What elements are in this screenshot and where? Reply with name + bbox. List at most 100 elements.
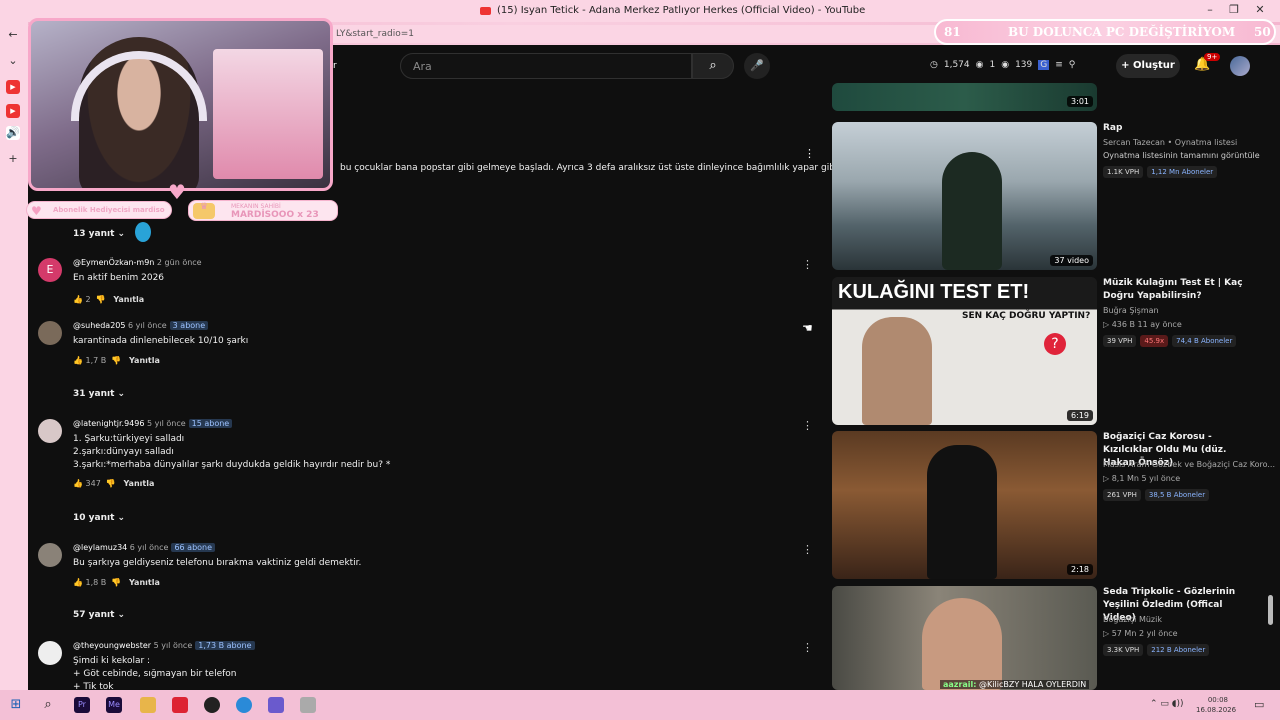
media-encoder-icon[interactable]: Me [106,697,122,713]
url-text[interactable]: LY&start_radio=1 [336,29,414,39]
create-button[interactable]: + Oluştur [1116,54,1180,78]
like-icon[interactable]: 👍 [73,356,83,365]
dislike-icon[interactable]: 👎 [111,356,121,365]
edge-icon[interactable] [236,697,252,713]
playlist-link[interactable]: Oynatma listesinin tamamını görüntüle [1103,151,1260,160]
window-title-text: (15) Isyan Tetick - Adana Merkez Patlıyo… [497,5,866,16]
like-icon[interactable]: 👍 [73,295,83,304]
subscriber-tag: 1,12 Mn Aboneler [1147,166,1218,178]
channel-name[interactable]: Masis Aram Gözbek ve Boğaziçi Caz Koro..… [1103,460,1275,469]
comment-author[interactable]: @leylamuz34 [73,543,127,552]
obs-icon[interactable] [204,697,220,713]
replies-toggle[interactable]: 57 yanıt ⌄ [73,610,125,620]
video-thumbnail[interactable]: 3:01 [832,83,1097,111]
more-options-icon[interactable]: ⋮ [802,543,813,556]
search-icon[interactable]: ⌕ [692,53,734,79]
vph-tag: 1.1K VPH [1103,166,1144,178]
video-title[interactable]: Müzik Kulağını Test Et | Kaç Doğru Yapab… [1103,277,1253,303]
more-options-icon[interactable]: ⋮ [802,258,813,271]
comment-author[interactable]: @EymenÖzkan-m9n [73,258,154,267]
duration-badge: 6:19 [1067,410,1093,421]
like-icon[interactable]: 👍 [73,578,83,587]
avatar[interactable] [38,543,62,567]
new-tab-icon[interactable]: + [6,152,20,166]
extension-icon[interactable]: G [1038,60,1050,70]
related-video[interactable]: KULAĞINI TEST ET! SEN KAÇ DOĞRU YAPTIN? … [832,277,1252,425]
related-video[interactable]: Seda Tripkolic - Gözlerinin Yeşilini Özl… [832,586,1252,690]
reply-button[interactable]: Yanıtla [129,356,160,365]
replies-toggle[interactable]: 31 yanıt ⌄ [73,389,125,399]
video-thumbnail[interactable]: 2:18 [832,431,1097,579]
system-tray-icons[interactable]: ⌃ ▭ ◖)) [1150,699,1184,709]
more-options-icon[interactable]: ⋮ [804,147,815,160]
screen: (15) Isyan Tetick - Adana Merkez Patlıyo… [0,0,1280,720]
like-count: 1,7 B [85,356,107,365]
dislike-icon[interactable]: 👎 [111,578,121,587]
video-thumbnail[interactable]: 37 video [832,122,1097,270]
video-thumbnail[interactable] [832,586,1097,690]
like-count: 347 [85,479,101,488]
subscriber-badge: 66 abone [171,543,216,552]
dislike-icon[interactable]: 👎 [106,479,116,488]
avatar[interactable] [38,641,62,665]
video-title[interactable]: Rap [1103,122,1253,135]
scrollbar-thumb[interactable] [1268,595,1273,625]
chevron-down-icon[interactable]: ⌄ [6,54,20,68]
like-icon[interactable]: 👍 [73,479,83,488]
comment-text: karantinada dinlenebilecek 10/10 şarkı [73,336,249,346]
speaker-icon[interactable]: 🔊 [6,126,20,140]
video-info: 57 Mn 2 yıl önce [1111,629,1178,638]
comment-author[interactable]: @theyoungwebster [73,641,151,650]
more-options-icon[interactable]: ⋮ [802,641,813,654]
reply-button[interactable]: Yanıtla [113,295,144,304]
thumbnail-figure [942,152,1002,270]
search-icon[interactable]: ⌕ [40,697,56,713]
subscriber-tag: 38,5 B Aboneler [1144,489,1210,501]
avatar[interactable] [38,419,62,443]
avatar[interactable] [38,321,62,345]
search-input[interactable]: Ara [400,53,692,79]
youtube-tab-icon[interactable]: ▶ [6,104,20,118]
close-button[interactable]: ✕ [1250,3,1270,16]
file-explorer-icon[interactable] [140,697,156,713]
mekan-badge: ♛ MEKANIN SAHİBİ MARDİSOOO x 23 [188,200,338,221]
youtube-tab-icon[interactable]: ▶ [6,80,20,94]
premiere-icon[interactable]: Pr [74,697,90,713]
windows-start-icon[interactable]: ⊞ [8,697,24,713]
notification-center-icon[interactable]: ▭ [1254,698,1264,711]
channel-name[interactable]: Sercan Tazecan • Oynatma listesi [1103,138,1237,147]
maximize-button[interactable]: ❐ [1224,3,1244,16]
like-count: 1,8 B [85,578,107,587]
app-icon[interactable] [172,697,188,713]
comment-author[interactable]: @suheda205 [73,321,125,330]
list-icon[interactable]: ≡ [1055,60,1063,70]
minimize-button[interactable]: – [1200,3,1220,16]
like-count: 2 [85,295,91,304]
microphone-icon[interactable]: 🎤 [744,53,770,79]
back-arrow-icon[interactable]: ← [6,28,20,42]
related-video[interactable]: 2:18 Boğaziçi Caz Korosu - Kızılcıklar O… [832,431,1275,579]
comment-time: 5 yıl önce [153,641,193,650]
comment-line: Şimdi ki kekolar : [73,656,151,666]
comment-text: Bu şarkıya geldiyseniz telefonu bırakma … [73,558,362,568]
dislike-icon[interactable]: 👎 [96,295,106,304]
comment-line: 1. Şarku:türkiyeyi salladı [73,434,185,444]
channel-name[interactable]: Boğaziçi Müzik [1103,615,1162,624]
replies-toggle[interactable]: 10 yanıt ⌄ [73,513,125,523]
replies-toggle[interactable]: 13 yanıt ⌄ [73,229,125,239]
channel-name[interactable]: Buğra Şişman [1103,306,1159,315]
more-options-icon[interactable]: ⋮ [802,419,813,432]
avatar[interactable]: E [38,258,62,282]
app-icon[interactable] [300,697,316,713]
window-title: (15) Isyan Tetick - Adana Merkez Patlıyo… [480,5,865,16]
app-icon[interactable] [268,697,284,713]
related-video[interactable]: 3:01 [832,83,1252,111]
pin-icon[interactable]: ⚲ [1069,60,1076,70]
reply-button[interactable]: Yanıtla [129,578,160,587]
system-clock[interactable]: 00:08 16.08.2026 [1196,695,1236,715]
account-avatar[interactable] [1230,56,1250,76]
video-thumbnail[interactable]: KULAĞINI TEST ET! SEN KAÇ DOĞRU YAPTIN? … [832,277,1097,425]
comment-author[interactable]: @latenightjr.9496 [73,419,144,428]
reply-button[interactable]: Yanıtla [124,479,155,488]
related-video[interactable]: 37 video Rap Sercan Tazecan • Oynatma li… [832,122,1260,272]
